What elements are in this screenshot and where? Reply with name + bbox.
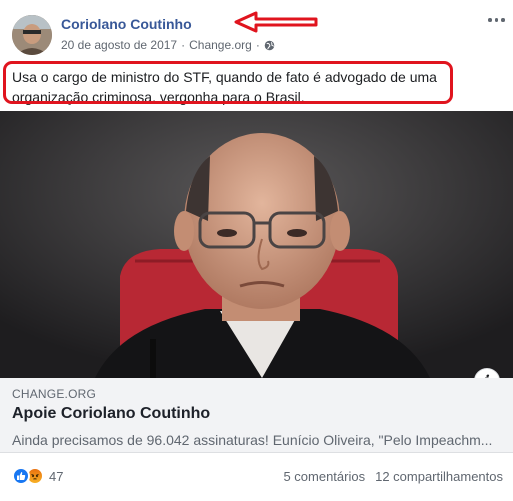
like-reaction-icon <box>12 467 30 485</box>
annotation-arrow-icon <box>234 11 318 33</box>
reactions-summary[interactable]: 47 <box>12 467 63 485</box>
author-avatar[interactable] <box>12 15 52 55</box>
author-name[interactable]: Coriolano Coutinho <box>61 16 192 32</box>
post-photo[interactable] <box>0 111 513 378</box>
meta-separator-2: · <box>255 38 260 52</box>
shares-count-link[interactable]: 12 compartilhamentos <box>375 469 503 484</box>
post-meta: 20 de agosto de 2017 · Change.org · <box>61 38 275 52</box>
link-description: Ainda precisamos de 96.042 assinaturas! … <box>12 432 493 448</box>
more-options-icon[interactable] <box>488 14 506 26</box>
annotation-highlight-box <box>3 61 453 104</box>
globe-icon <box>264 40 275 50</box>
facebook-post: Coriolano Coutinho 20 de agosto de 2017 … <box>0 0 513 501</box>
meta-separator: · <box>181 38 186 52</box>
comments-count-link[interactable]: 5 comentários <box>283 469 365 484</box>
link-domain: CHANGE.ORG <box>12 387 97 401</box>
link-preview-card[interactable]: CHANGE.ORG Apoie Coriolano Coutinho Aind… <box>0 378 513 453</box>
reaction-count: 47 <box>49 468 64 484</box>
link-title[interactable]: Apoie Coriolano Coutinho <box>12 405 210 423</box>
post-date[interactable]: 20 de agosto de 2017 <box>61 38 177 52</box>
engagement-stats: 5 comentários 12 compartilhamentos <box>283 469 503 484</box>
post-source[interactable]: Change.org <box>189 38 252 52</box>
